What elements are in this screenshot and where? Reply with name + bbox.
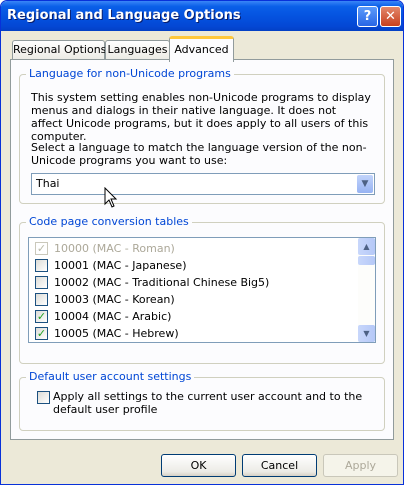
non-unicode-group-title: Language for non-Unicode programs [26, 67, 234, 80]
list-scrollbar[interactable]: ▲ ▼ [358, 238, 375, 342]
cancel-button[interactable]: Cancel [242, 454, 317, 477]
apply-all-checkbox[interactable] [37, 391, 50, 404]
ok-button[interactable]: OK [161, 454, 236, 477]
apply-button[interactable]: Apply [323, 454, 398, 477]
checkbox-checked[interactable]: ✓ [35, 242, 48, 255]
default-account-group: Default user account settings Apply all … [19, 370, 385, 431]
scroll-down-arrow-icon[interactable]: ▼ [358, 325, 375, 342]
tab-advanced[interactable]: Advanced [169, 36, 234, 62]
chevron-down-icon[interactable]: ▼ [357, 175, 373, 193]
list-item-label: 10002 (MAC - Traditional Chinese Big5) [54, 276, 270, 289]
checkbox-checked[interactable]: ✓ [35, 310, 48, 323]
advanced-tab-panel: Language for non-Unicode programs This s… [10, 59, 394, 440]
checkbox[interactable] [35, 259, 48, 272]
select-language-prompt: Select a language to match the language … [31, 141, 367, 167]
apply-all-label[interactable]: Apply all settings to the current user a… [53, 390, 373, 416]
checkbox[interactable] [35, 276, 48, 289]
close-button[interactable]: ✕ [380, 6, 401, 27]
language-select[interactable]: Thai ▼ [31, 173, 375, 195]
title-bar[interactable]: Regional and Language Options ? ✕ [1, 1, 403, 31]
window-title: Regional and Language Options [7, 8, 241, 23]
tab-regional-options[interactable]: Regional Options [12, 40, 106, 59]
code-page-list[interactable]: ✓ 10000 (MAC - Roman) 10001 (MAC - Japan… [28, 237, 376, 343]
list-item-label: 10001 (MAC - Japanese) [54, 259, 187, 272]
non-unicode-description: This system setting enables non-Unicode … [31, 91, 371, 143]
help-button[interactable]: ? [357, 6, 378, 27]
list-item-label: 10004 (MAC - Arabic) [54, 310, 172, 323]
scroll-up-arrow-icon[interactable]: ▲ [358, 238, 375, 255]
list-item-label: 10000 (MAC - Roman) [54, 242, 175, 255]
scroll-thumb[interactable] [358, 256, 375, 265]
checkbox[interactable] [35, 293, 48, 306]
default-account-group-title: Default user account settings [26, 370, 195, 383]
tab-languages[interactable]: Languages [105, 40, 170, 59]
non-unicode-group: Language for non-Unicode programs This s… [19, 67, 385, 204]
language-select-value: Thai [36, 177, 60, 190]
code-page-group-title: Code page conversion tables [26, 215, 192, 228]
mouse-pointer-icon [104, 187, 118, 208]
list-item-label: 10003 (MAC - Korean) [54, 293, 175, 306]
dialog-window: Regional and Language Options ? ✕ Region… [0, 0, 404, 485]
code-page-group: Code page conversion tables ✓ 10000 (MAC… [19, 215, 385, 364]
list-item-label: 10005 (MAC - Hebrew) [54, 327, 179, 340]
checkbox-checked[interactable]: ✓ [35, 327, 48, 340]
